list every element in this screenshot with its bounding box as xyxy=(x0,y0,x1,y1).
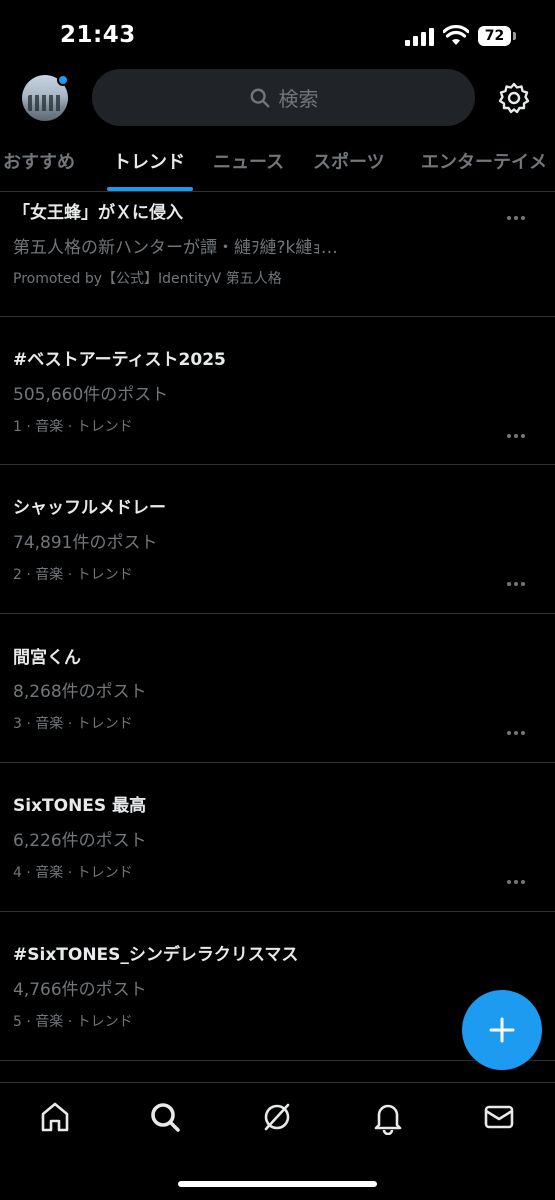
trend-subtitle: 74,891件のポスト xyxy=(13,533,158,553)
messages-icon[interactable] xyxy=(481,1099,517,1135)
battery-level: 72 xyxy=(478,26,511,46)
tab-sports[interactable]: スポーツ xyxy=(313,148,385,174)
trend-subtitle: 6,226件のポスト xyxy=(13,831,147,851)
gear-icon[interactable] xyxy=(497,81,531,115)
tab-bar: おすすめ トレンド ニュース スポーツ エンターテイメ xyxy=(0,140,555,192)
battery-icon: 72 xyxy=(478,26,516,46)
trend-title: シャッフルメドレー xyxy=(13,498,166,518)
plus-icon xyxy=(489,1017,515,1043)
compose-button[interactable] xyxy=(462,990,542,1070)
trend-title: 間宮くん xyxy=(13,648,81,668)
tab-recommended[interactable]: おすすめ xyxy=(3,148,75,174)
trend-subtitle: 505,660件のポスト xyxy=(13,385,169,405)
search-icon xyxy=(250,88,269,107)
tab-indicator xyxy=(107,187,193,191)
more-icon[interactable] xyxy=(507,571,529,586)
tab-entertainment[interactable]: エンターテイメ xyxy=(421,148,547,174)
notification-dot xyxy=(57,74,69,86)
list-item[interactable]: 「女王蜂」がＸに侵入 第五人格の新ハンターが譚・縺ｦ縺?k縺ｮ… Promote… xyxy=(0,193,555,317)
list-item[interactable]: SixTONES 最高 6,226件のポスト 4 · 音楽 · トレンド xyxy=(0,763,555,912)
home-icon[interactable] xyxy=(37,1099,73,1135)
more-icon[interactable] xyxy=(507,869,529,884)
trend-meta: 2 · 音楽 · トレンド xyxy=(13,567,133,583)
trend-title: SixTONES 最高 xyxy=(13,796,147,816)
more-icon[interactable] xyxy=(507,720,529,735)
trend-meta: 5 · 音楽 · トレンド xyxy=(13,1014,133,1030)
grok-icon[interactable] xyxy=(259,1099,295,1135)
list-item[interactable]: 間宮くん 8,268件のポスト 3 · 音楽 · トレンド xyxy=(0,614,555,763)
status-bar: 21:43 72 xyxy=(0,0,555,70)
home-indicator xyxy=(178,1181,377,1187)
signal-icon xyxy=(405,28,434,46)
list-item[interactable]: シャッフルメドレー 74,891件のポスト 2 · 音楽 · トレンド xyxy=(0,465,555,614)
search-input[interactable]: 検索 xyxy=(92,69,475,126)
trend-subtitle: 4,766件のポスト xyxy=(13,980,147,1000)
wifi-icon xyxy=(443,25,469,45)
tab-news[interactable]: ニュース xyxy=(213,148,284,174)
trend-meta: Promoted by【公式】IdentityV 第五人格 xyxy=(13,271,282,287)
more-icon[interactable] xyxy=(507,423,529,438)
notifications-icon[interactable] xyxy=(370,1099,406,1135)
trend-title: #ベストアーティスト2025 xyxy=(13,350,226,370)
trend-subtitle: 第五人格の新ハンターが譚・縺ｦ縺?k縺ｮ… xyxy=(13,238,338,258)
trend-title: 「女王蜂」がＸに侵入 xyxy=(13,203,183,223)
trend-meta: 3 · 音楽 · トレンド xyxy=(13,716,133,732)
more-icon[interactable] xyxy=(507,205,529,220)
list-item[interactable]: #ベストアーティスト2025 505,660件のポスト 1 · 音楽 · トレン… xyxy=(0,317,555,465)
trend-meta: 1 · 音楽 · トレンド xyxy=(13,419,133,435)
explore-icon[interactable] xyxy=(147,1099,183,1135)
search-placeholder: 検索 xyxy=(278,87,319,111)
trend-meta: 4 · 音楽 · トレンド xyxy=(13,865,133,881)
status-time: 21:43 xyxy=(60,22,136,48)
tab-trending[interactable]: トレンド xyxy=(113,148,185,174)
trend-title: #SixTONES_シンデレラクリスマス xyxy=(13,945,299,965)
trend-subtitle: 8,268件のポスト xyxy=(13,682,147,702)
